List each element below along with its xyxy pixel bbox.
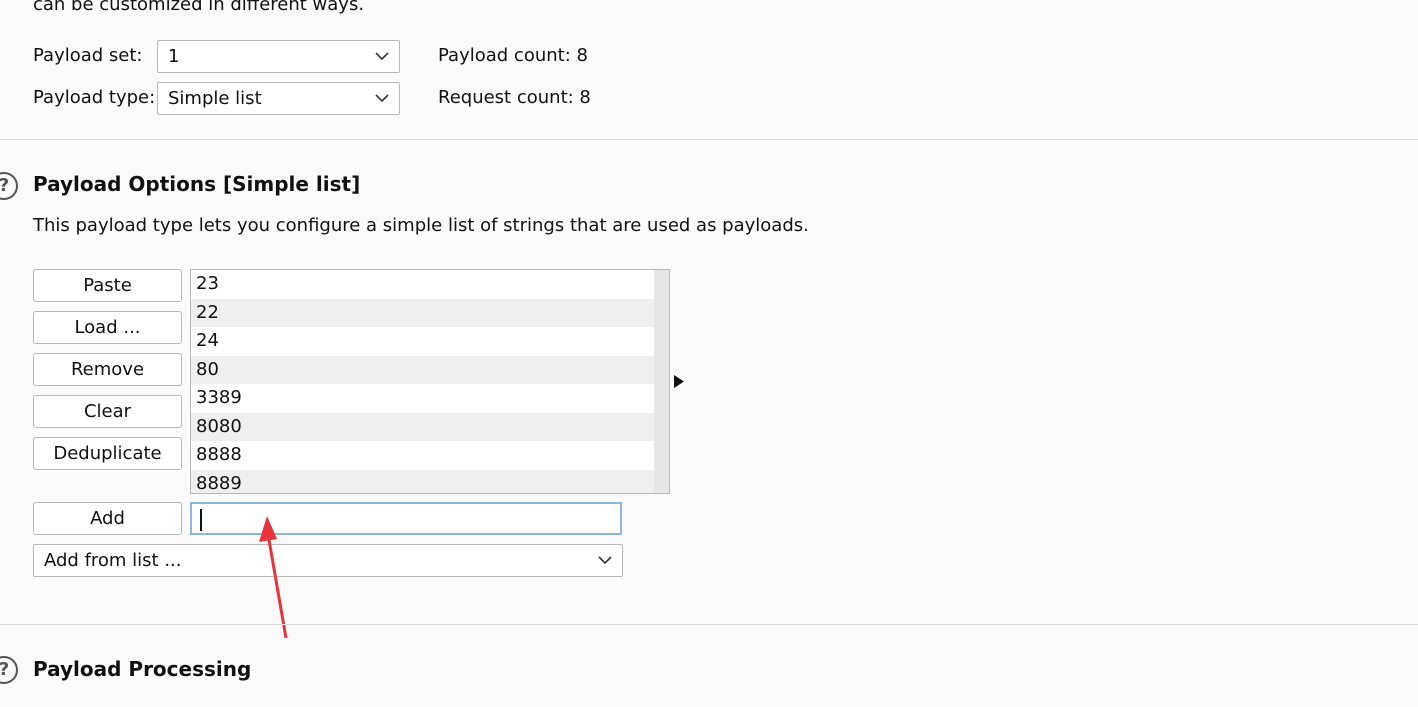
list-item[interactable]: 8889 — [191, 469, 669, 493]
chevron-down-icon — [375, 94, 389, 103]
list-item[interactable]: 24 — [191, 327, 669, 356]
payload-processing-title: Payload Processing — [33, 657, 252, 681]
list-item[interactable]: 80 — [191, 355, 669, 384]
request-count-label: Request count: — [438, 87, 574, 108]
annotation-arrow-icon — [259, 516, 288, 639]
paste-button[interactable]: Paste — [33, 269, 182, 302]
payload-type-value: Simple list — [168, 88, 262, 109]
request-count-value: 8 — [579, 87, 591, 108]
expand-arrow-icon[interactable] — [673, 374, 685, 389]
chevron-down-icon — [375, 52, 389, 61]
clear-button[interactable]: Clear — [33, 395, 182, 428]
list-item[interactable]: 8888 — [191, 441, 669, 470]
add-from-list-select[interactable]: Add from list ... — [33, 544, 623, 577]
add-button[interactable]: Add — [33, 502, 182, 535]
payload-type-select[interactable]: Simple list — [157, 82, 400, 115]
list-item[interactable]: 8080 — [191, 412, 669, 441]
payload-list[interactable]: 23 22 24 80 3389 8080 8888 8889 — [190, 269, 670, 494]
load-button[interactable]: Load ... — [33, 311, 182, 344]
text-caret — [200, 509, 202, 531]
list-item[interactable]: 23 — [191, 270, 669, 299]
intro-text: can be customized in different ways. — [33, 0, 365, 15]
list-scrollbar[interactable] — [654, 270, 669, 493]
payload-set-value: 1 — [168, 46, 180, 67]
add-from-list-label: Add from list ... — [44, 550, 182, 571]
help-icon[interactable]: ? — [0, 656, 18, 684]
payload-count: Payload count: 8 — [438, 45, 588, 67]
payload-set-label: Payload set: — [33, 45, 143, 66]
section-divider — [0, 624, 1418, 625]
deduplicate-button[interactable]: Deduplicate — [33, 437, 182, 470]
payload-options-description: This payload type lets you configure a s… — [33, 215, 809, 236]
remove-button[interactable]: Remove — [33, 353, 182, 386]
help-icon[interactable]: ? — [0, 172, 18, 200]
list-item[interactable]: 22 — [191, 298, 669, 327]
payload-options-title: Payload Options [Simple list] — [33, 172, 361, 196]
section-divider — [0, 139, 1418, 140]
payload-set-select[interactable]: 1 — [157, 40, 400, 73]
payload-count-value: 8 — [576, 45, 588, 66]
payload-count-label: Payload count: — [438, 45, 571, 66]
request-count: Request count: 8 — [438, 87, 591, 109]
payload-type-label: Payload type: — [33, 87, 156, 108]
chevron-down-icon — [598, 556, 612, 565]
list-item[interactable]: 3389 — [191, 384, 669, 413]
